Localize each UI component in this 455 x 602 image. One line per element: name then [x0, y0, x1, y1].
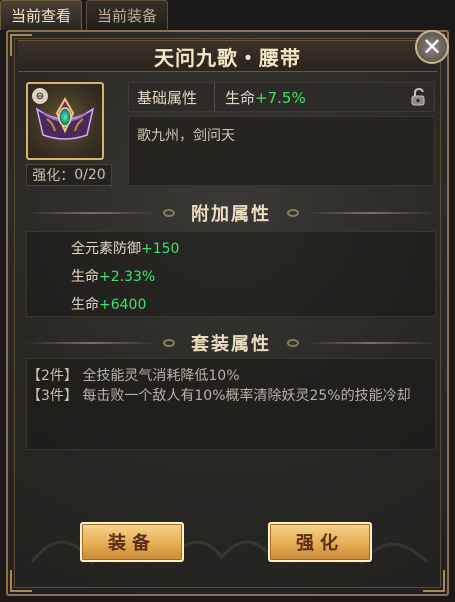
divider — [305, 342, 436, 344]
set-bonus-pieces: 【3件】 — [27, 388, 78, 404]
divider — [26, 342, 157, 344]
extra-attribute-row: 生命+6400 — [71, 294, 146, 314]
extra-attribute-stat: 全元素防御 — [71, 241, 141, 257]
extra-attribute-stat: 生命 — [71, 269, 99, 285]
base-attribute-stat: 生命 — [225, 88, 256, 107]
extra-attributes-header: 附加属性 — [26, 200, 436, 226]
set-bonus-pieces: 【2件】 — [27, 368, 78, 384]
divider — [305, 212, 436, 214]
close-icon: ✕ — [421, 33, 443, 61]
item-slot[interactable]: ⊖ — [26, 82, 104, 160]
ornament-icon — [287, 339, 299, 347]
base-attribute-row: 基础属性 生命+7.5% — [128, 82, 435, 112]
set-bonus-effect: 每击败一个敌人有10%概率清除妖灵25%的技能冷却 — [82, 388, 411, 404]
base-attribute-bonus: +7.5% — [255, 88, 306, 107]
extra-attribute-bonus: +150 — [141, 241, 180, 257]
set-bonus-row: 【2件】 全技能灵气消耗降低10% — [27, 367, 419, 385]
extra-attribute-bonus: +2.33% — [99, 269, 156, 285]
ornament-icon — [163, 209, 175, 217]
close-button[interactable]: ✕ — [415, 30, 449, 64]
item-description: 歌九州，剑问天 — [128, 116, 435, 186]
lock-icon[interactable] — [408, 87, 428, 107]
corner-ornament — [423, 570, 445, 592]
item-detail-panel: 天问九歌・腰带 ✕ ⊖ 强化： 0/20 基础属性 生命+7.5% 歌九州，剑问… — [6, 30, 449, 596]
enhance-button[interactable]: 强化 — [268, 522, 372, 562]
extra-attributes-list: 全元素防御+150 生命+2.33% 生命+6400 — [26, 231, 436, 317]
ornament-icon — [287, 209, 299, 217]
set-attributes-title: 套装属性 — [191, 334, 271, 355]
set-bonus-row: 【3件】 每击败一个敌人有10%概率清除妖灵25%的技能冷却 — [27, 387, 419, 405]
extra-attribute-stat: 生命 — [71, 297, 99, 313]
equip-button[interactable]: 装备 — [80, 522, 184, 562]
enhance-value: 0/20 — [74, 167, 106, 183]
extra-attribute-bonus: +6400 — [99, 297, 147, 313]
set-attributes-list: 【2件】 全技能灵气消耗降低10% 【3件】 每击败一个敌人有10%概率清除妖灵… — [26, 358, 436, 450]
item-title: 天问九歌・腰带 — [154, 45, 301, 70]
enhance-level: 强化： 0/20 — [26, 164, 112, 186]
tab-current-view[interactable]: 当前查看 — [0, 0, 83, 30]
divider — [26, 212, 157, 214]
base-attribute-value: 生命+7.5% — [215, 87, 306, 108]
set-bonus-effect: 全技能灵气消耗降低10% — [82, 368, 240, 384]
tab-bar: 当前查看 当前装备 — [0, 0, 169, 30]
enhance-label: 强化： — [32, 168, 75, 184]
base-attribute-label: 基础属性 — [129, 83, 215, 111]
ornament-icon — [163, 339, 175, 347]
set-attributes-header: 套装属性 — [26, 330, 436, 356]
tab-current-equip[interactable]: 当前装备 — [86, 0, 169, 30]
bind-badge-icon: ⊖ — [32, 88, 48, 104]
extra-attributes-title: 附加属性 — [191, 204, 271, 225]
extra-attribute-row: 全元素防御+150 — [71, 238, 179, 258]
corner-ornament — [10, 570, 32, 592]
title-bar: 天问九歌・腰带 — [18, 40, 437, 72]
extra-attribute-row: 生命+2.33% — [71, 266, 155, 286]
